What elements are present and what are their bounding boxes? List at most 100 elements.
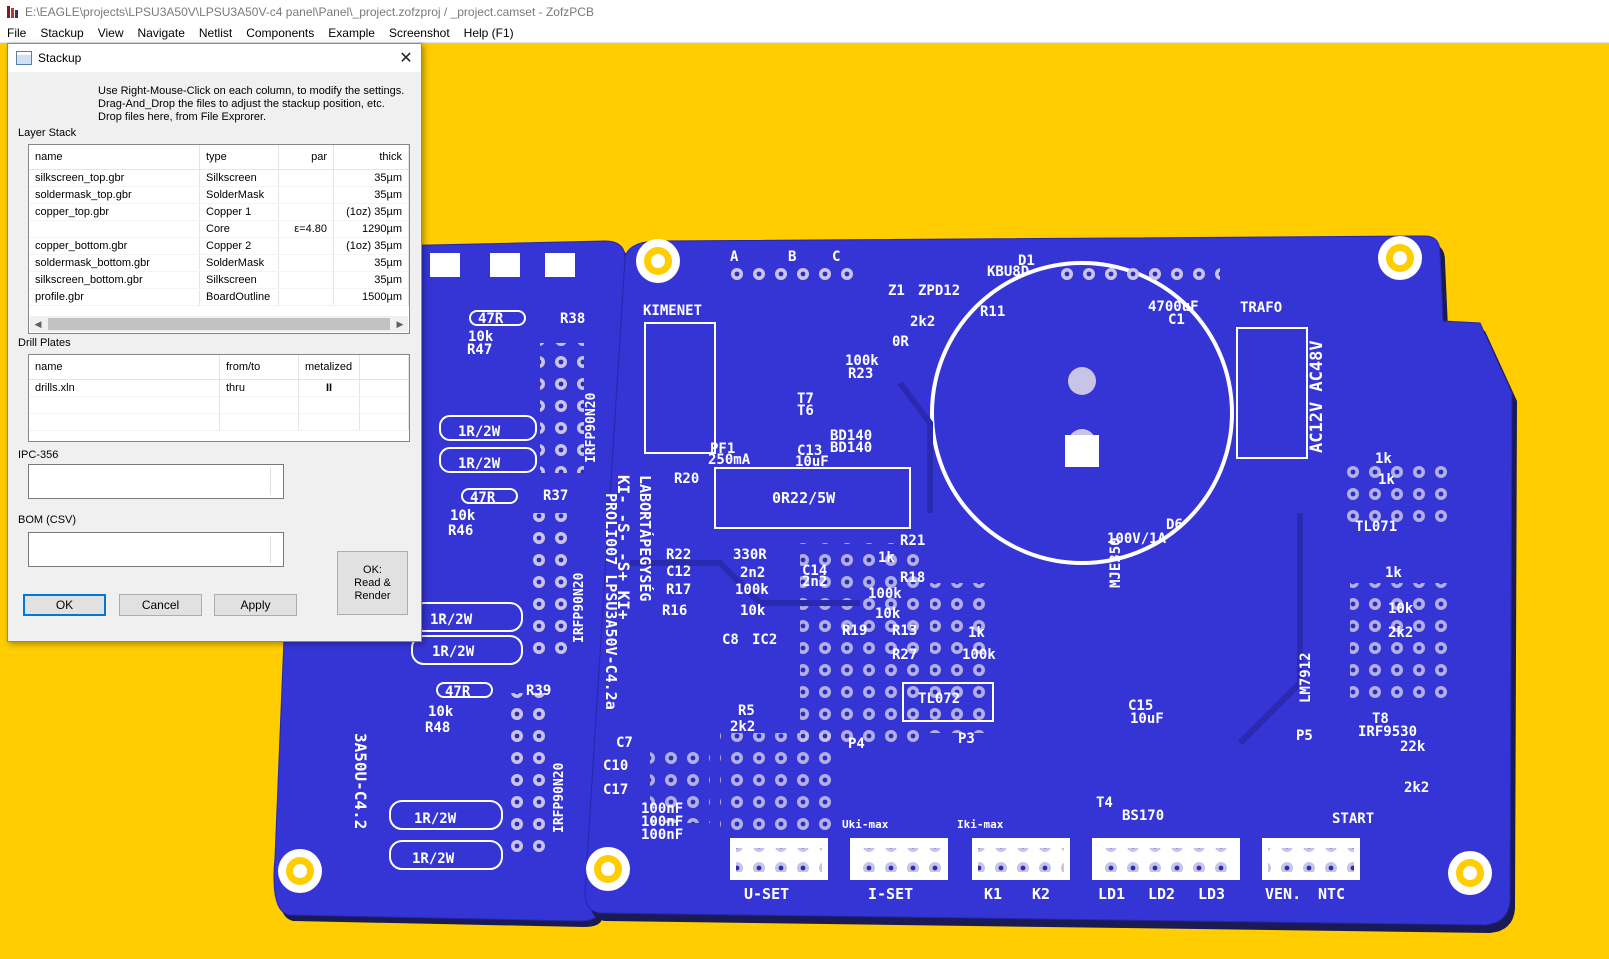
cell-type: Copper 1: [199, 203, 279, 221]
cell-par: [278, 254, 334, 272]
layer-stack-label: Layer Stack: [18, 127, 77, 139]
hint-line-1: Use Right-Mouse-Click on each column, to…: [98, 85, 405, 97]
svg-text:C: C: [832, 249, 840, 265]
cancel-button[interactable]: Cancel: [119, 594, 202, 616]
menu-navigate[interactable]: Navigate: [131, 26, 192, 40]
horizontal-scrollbar[interactable]: ◀ ▶: [30, 316, 408, 332]
col-thick[interactable]: thick: [333, 145, 409, 170]
close-icon[interactable]: ✕: [391, 44, 421, 72]
bom-label: BOM (CSV): [18, 514, 77, 526]
table-row[interactable]: profile.gbr BoardOutline 1500µm: [29, 288, 409, 306]
svg-text:R11: R11: [980, 304, 1005, 320]
cell-par: [278, 237, 334, 255]
svg-text:2k2: 2k2: [1388, 625, 1413, 641]
scroll-right-icon[interactable]: ▶: [392, 316, 408, 332]
svg-text:IRFP90N20: IRFP90N20: [584, 392, 599, 463]
cell-thick: 35µm: [333, 186, 409, 204]
table-row[interactable]: drills.xln thru II: [29, 379, 409, 397]
drill-plates-label: Drill Plates: [18, 337, 71, 349]
cell-thick: (1oz) 35µm: [333, 237, 409, 255]
svg-text:1R/2W: 1R/2W: [458, 456, 501, 472]
svg-text:R37: R37: [543, 488, 568, 504]
menu-stackup[interactable]: Stackup: [33, 26, 90, 40]
table-row[interactable]: copper_top.gbr Copper 1 (1oz) 35µm: [29, 203, 409, 221]
menu-help[interactable]: Help (F1): [457, 26, 521, 40]
col-par[interactable]: par: [278, 145, 334, 170]
svg-text:KBU8D: KBU8D: [987, 264, 1029, 280]
cell-thick: (1oz) 35µm: [333, 203, 409, 221]
svg-text:1k: 1k: [878, 550, 895, 566]
scrollbar-thumb[interactable]: [48, 318, 390, 330]
right-pcb-board: [584, 235, 1517, 933]
svg-text:100k: 100k: [868, 586, 902, 602]
col-name[interactable]: name: [29, 145, 200, 170]
svg-text:BD140: BD140: [830, 440, 872, 456]
scroll-left-icon[interactable]: ◀: [30, 316, 46, 332]
cell-type: SolderMask: [199, 186, 279, 204]
cell-thick: 35µm: [333, 254, 409, 272]
svg-text:0R22/5W: 0R22/5W: [772, 489, 836, 507]
table-row[interactable]: silkscreen_top.gbr Silkscreen 35µm: [29, 169, 409, 187]
svg-text:Uki-max: Uki-max: [842, 818, 889, 831]
bom-csv-drop-field[interactable]: [28, 532, 284, 567]
apply-button[interactable]: Apply: [214, 594, 297, 616]
cell-name: soldermask_bottom.gbr: [29, 254, 200, 272]
menu-screenshot[interactable]: Screenshot: [382, 26, 457, 40]
cell-name: soldermask_top.gbr: [29, 186, 200, 204]
cell-type: Silkscreen: [199, 169, 279, 187]
table-row[interactable]: copper_bottom.gbr Copper 2 (1oz) 35µm: [29, 237, 409, 255]
col-name[interactable]: name: [29, 355, 220, 380]
cell-name: [29, 220, 200, 238]
svg-text:PROLI007 LPSU3A50V-C4.2a: PROLI007 LPSU3A50V-C4.2a: [602, 493, 620, 710]
svg-text:R21: R21: [900, 533, 925, 549]
hint-line-2: Drag-And_Drop the files to adjust the st…: [98, 98, 385, 110]
svg-text:0R: 0R: [892, 334, 909, 350]
svg-text:U-SET: U-SET: [744, 885, 789, 903]
svg-text:R38: R38: [560, 311, 585, 327]
svg-text:C1: C1: [1168, 312, 1185, 328]
svg-text:IRFP90N20: IRFP90N20: [552, 762, 567, 833]
svg-text:10uF: 10uF: [795, 454, 829, 470]
table-row[interactable]: soldermask_top.gbr SolderMask 35µm: [29, 186, 409, 204]
menu-components[interactable]: Components: [239, 26, 321, 40]
cell-par: ε=4.80: [278, 220, 334, 238]
svg-text:R48: R48: [425, 720, 450, 736]
table-row[interactable]: Core ε=4.80 1290µm: [29, 220, 409, 238]
stackup-dialog: Stackup ✕ Use Right-Mouse-Click on each …: [7, 43, 422, 642]
layer-stack-table[interactable]: name type par thick silkscreen_top.gbr Si…: [28, 144, 410, 334]
col-from-to[interactable]: from/to: [219, 355, 299, 380]
window-title-bar: E:\EAGLE\projects\LPSU3A50V\LPSU3A50V-c4…: [0, 0, 1609, 24]
svg-text:IRFP90N20: IRFP90N20: [572, 572, 587, 643]
col-metalized[interactable]: metalized: [298, 355, 360, 380]
menu-example[interactable]: Example: [321, 26, 382, 40]
table-row[interactable]: silkscreen_bottom.gbr Silkscreen 35µm: [29, 271, 409, 289]
cell-name: copper_top.gbr: [29, 203, 200, 221]
cell-thick: 1500µm: [333, 288, 409, 306]
svg-text:C7: C7: [616, 735, 633, 751]
ok-button[interactable]: OK: [23, 594, 106, 616]
svg-text:R47: R47: [467, 342, 492, 358]
svg-text:R27: R27: [892, 647, 917, 663]
svg-text:1k: 1k: [1385, 565, 1402, 581]
svg-text:R22: R22: [666, 547, 691, 563]
ok-read-render-button[interactable]: OK: Read & Render: [337, 551, 408, 615]
svg-text:22k: 22k: [1400, 739, 1426, 755]
menu-view[interactable]: View: [91, 26, 131, 40]
col-type[interactable]: type: [199, 145, 279, 170]
svg-text:C12: C12: [666, 564, 691, 580]
cell-name: silkscreen_top.gbr: [29, 169, 200, 187]
menu-netlist[interactable]: Netlist: [192, 26, 239, 40]
menu-file[interactable]: File: [0, 26, 33, 40]
table-row[interactable]: soldermask_bottom.gbr SolderMask 35µm: [29, 254, 409, 272]
svg-text:C10: C10: [603, 758, 628, 774]
window-icon: [16, 51, 32, 65]
svg-text:LD1: LD1: [1098, 885, 1125, 903]
window-title: E:\EAGLE\projects\LPSU3A50V\LPSU3A50V-c4…: [25, 5, 594, 19]
svg-text:LD3: LD3: [1198, 885, 1225, 903]
drill-plates-table[interactable]: name from/to metalized drills.xln thru I…: [28, 354, 410, 442]
cell-par: [278, 186, 334, 204]
svg-text:C17: C17: [603, 782, 628, 798]
ipc-356-drop-field[interactable]: [28, 464, 284, 499]
dialog-title-bar: Stackup ✕: [8, 44, 421, 72]
cell-name: drills.xln: [29, 379, 220, 397]
